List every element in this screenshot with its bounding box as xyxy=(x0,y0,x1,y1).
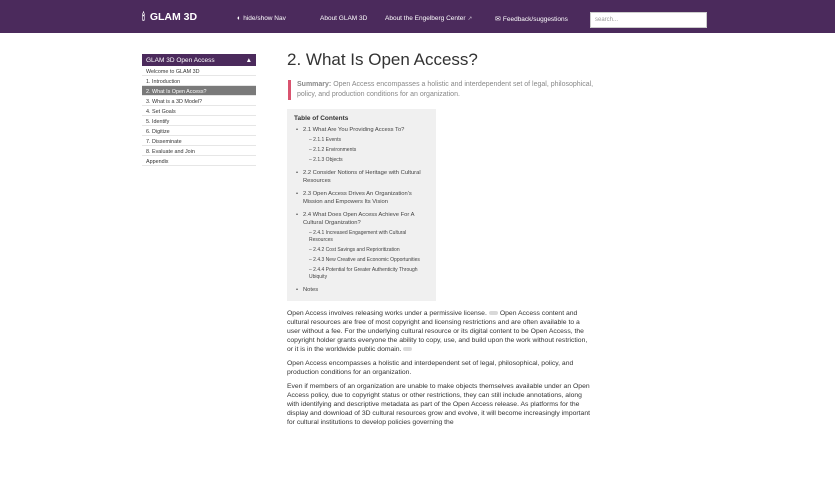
footnote-marker[interactable] xyxy=(488,311,498,316)
toc-sublink[interactable]: – 2.4.1 Increased Engagement with Cultur… xyxy=(294,230,429,244)
body-paragraph: Even if members of an organization are u… xyxy=(287,383,590,426)
main-content: 2. What Is Open Access? Summary: Open Ac… xyxy=(287,50,597,432)
sidebar-item-evaluate[interactable]: 8. Evaluate and Join xyxy=(142,146,256,156)
sidebar-item-digitize[interactable]: 6. Digitize xyxy=(142,126,256,136)
toc-sublink[interactable]: – 2.4.2 Cost Savings and Reprioritizatio… xyxy=(294,247,429,254)
toc-title: Table of Contents xyxy=(294,115,349,122)
toc-link[interactable]: 2.1 What Are You Providing Access To? xyxy=(294,126,429,134)
page-title: 2. What Is Open Access? xyxy=(287,50,478,69)
sidebar-item-disseminate[interactable]: 7. Disseminate xyxy=(142,136,256,146)
paragraph-text: Open Access involves releasing works und… xyxy=(287,310,487,317)
sidebar-item-welcome[interactable]: Welcome to GLAM 3D xyxy=(142,66,256,76)
sidebar-item-introduction[interactable]: 1. Introduction xyxy=(142,76,256,86)
summary-label: Summary: xyxy=(297,81,332,88)
summary-callout: Summary: Open Access encompasses a holis… xyxy=(288,80,597,100)
footnote-marker[interactable] xyxy=(403,347,413,352)
sidebar-item-open-access[interactable]: 2. What Is Open Access? xyxy=(142,86,256,96)
brand-label: GLAM 3D xyxy=(149,11,198,23)
sidebar: GLAM 3D Open Access ▲ Welcome to GLAM 3D… xyxy=(142,54,256,166)
toc-link[interactable]: 2.2 Consider Notions of Heritage with Cu… xyxy=(294,169,429,185)
toc-sublink[interactable]: – 2.1.2 Environments xyxy=(294,147,429,154)
envelope-icon: ✉ xyxy=(495,16,501,23)
toc-sublink[interactable]: – 2.1.1 Events xyxy=(294,137,429,144)
search-input[interactable]: search... xyxy=(590,12,707,28)
summary-text: Open Access encompasses a holistic and i… xyxy=(297,81,594,98)
table-of-contents: Table of Contents 2.1 What Are You Provi… xyxy=(287,109,436,301)
torch-icon: 🕯 xyxy=(142,11,145,23)
brand[interactable]: 🕯 GLAM 3D xyxy=(142,11,197,23)
sidebar-item-identify[interactable]: 5. Identify xyxy=(142,116,256,126)
nav-feedback-label: Feedback/suggestions xyxy=(502,15,568,23)
nav-about-glam-label: About GLAM 3D xyxy=(320,15,368,22)
nav-about-engelberg-label: About the Engelberg Center xyxy=(385,15,466,22)
nav-hide-show-label: hide/show Nav xyxy=(243,15,286,22)
nav-feedback[interactable]: ✉ Feedback/suggestions xyxy=(495,15,568,24)
body-paragraph: Open Access involves releasing works und… xyxy=(287,309,593,354)
sidebar-item-3d-model[interactable]: 3. What is a 3D Model? xyxy=(142,96,256,106)
toc-sublink[interactable]: – 2.4.4 Potential for Greater Authentici… xyxy=(294,267,429,281)
body-paragraph: Open Access encompasses a holistic and i… xyxy=(287,360,574,376)
toc-sublink[interactable]: – 2.4.3 New Creative and Economic Opport… xyxy=(294,257,429,264)
toc-link[interactable]: 2.4 What Does Open Access Achieve For A … xyxy=(294,211,429,227)
caret-up-icon: ▲ xyxy=(245,57,252,64)
top-navbar: 🕯 GLAM 3D ◐ hide/show Nav About GLAM 3D … xyxy=(0,0,835,33)
toggle-icon: ◐ xyxy=(237,15,242,22)
nav-about-engelberg[interactable]: About the Engelberg Center ↗ xyxy=(385,15,472,22)
external-link-icon: ↗ xyxy=(467,15,473,22)
sidebar-header[interactable]: GLAM 3D Open Access ▲ xyxy=(142,54,256,66)
toc-sublink[interactable]: – 2.1.3 Objects xyxy=(294,157,429,164)
nav-about-glam[interactable]: About GLAM 3D xyxy=(320,15,367,22)
sidebar-item-set-goals[interactable]: 4. Set Goals xyxy=(142,106,256,116)
nav-hide-show[interactable]: ◐ hide/show Nav xyxy=(237,15,286,22)
toc-link[interactable]: 2.3 Open Access Drives An Organization's… xyxy=(294,190,429,206)
sidebar-item-appendix[interactable]: Appendix xyxy=(142,156,256,166)
sidebar-title: GLAM 3D Open Access xyxy=(146,57,215,64)
toc-link[interactable]: Notes xyxy=(294,286,429,294)
